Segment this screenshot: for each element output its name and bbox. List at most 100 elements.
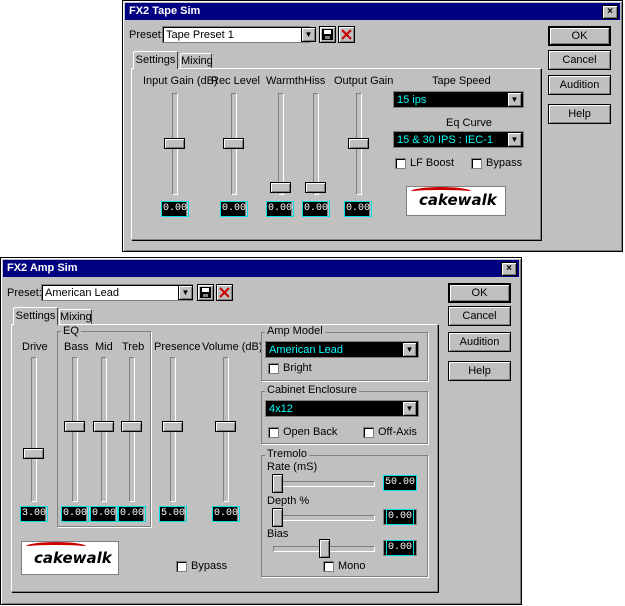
amp-close-icon[interactable]: ×	[501, 262, 517, 276]
mid-label: Mid	[95, 341, 113, 353]
amp-bypass-checkbox[interactable]	[176, 561, 187, 572]
drive-slider-thumb[interactable]	[23, 448, 44, 459]
tape-slider-label-warmth: Warmth	[266, 75, 305, 87]
tape-preset-dropdown-icon[interactable]: ▼	[301, 27, 316, 42]
treb-slider-thumb[interactable]	[121, 421, 142, 432]
open-back-checkbox[interactable]	[268, 427, 279, 438]
tape-delete-icon[interactable]	[338, 26, 355, 43]
mono-label: Mono	[338, 560, 366, 572]
bias-label: Bias	[267, 528, 289, 540]
lf-boost-label: LF Boost	[410, 157, 455, 169]
tape-slider-thumb-output-gain[interactable]	[348, 138, 369, 149]
volume-slider-thumb[interactable]	[215, 421, 236, 432]
eq-group-label: EQ	[61, 325, 81, 337]
bass-slider-thumb[interactable]	[64, 421, 85, 432]
cabinet-select[interactable]: 4x12	[265, 400, 419, 417]
depth-readout: 0.00	[383, 509, 417, 525]
amp-preset-value: American Lead	[45, 287, 119, 299]
open-back-label: Open Back	[283, 426, 338, 438]
amp-model-dropdown-icon[interactable]: ▼	[402, 342, 417, 357]
amp-model-value: American Lead	[269, 344, 343, 356]
depth-slider-thumb[interactable]	[272, 508, 283, 527]
bright-checkbox[interactable]	[268, 363, 279, 374]
tape-sim-window: FX2 Tape Sim × Preset: Tape Preset 1 ▼ S…	[122, 0, 623, 252]
tape-slider-thumb-warmth[interactable]	[270, 182, 291, 193]
drive-label: Drive	[22, 341, 48, 353]
tape-slider-thumb-hiss[interactable]	[305, 182, 326, 193]
drive-readout: 3.00	[19, 506, 49, 522]
treb-label: Treb	[122, 341, 145, 353]
tape-speed-value: 15 ips	[397, 94, 427, 106]
tape-speed-select[interactable]: 15 ips	[393, 91, 524, 108]
rate-slider-thumb[interactable]	[272, 474, 283, 493]
tape-cakewalk-logo: cakewalk	[406, 186, 506, 216]
tape-bypass-label: Bypass	[486, 157, 523, 169]
tape-preset-value: Tape Preset 1	[166, 29, 234, 41]
tape-speed-dropdown-icon[interactable]: ▼	[507, 92, 522, 107]
tape-readout-input-gain: 0.00	[160, 201, 190, 217]
amp-tab-mixing[interactable]: Mixing	[59, 309, 92, 325]
tape-preset-field[interactable]: Tape Preset 1	[162, 26, 310, 43]
amp-delete-icon[interactable]	[216, 284, 233, 301]
cabinet-dropdown-icon[interactable]: ▼	[402, 401, 417, 416]
eq-curve-value: 15 & 30 IPS : IEC-1	[397, 134, 493, 146]
tape-slider-track-hiss[interactable]	[313, 93, 319, 195]
amp-tab-settings[interactable]: Settings	[13, 307, 58, 325]
cabinet-label: Cabinet Enclosure	[265, 384, 359, 396]
tape-readout-hiss: 0.00	[301, 201, 331, 217]
tape-slider-label-output-gain: Output Gain	[334, 75, 394, 87]
tape-titlebar[interactable]: FX2 Tape Sim ×	[125, 3, 620, 20]
lf-boost-checkbox[interactable]	[395, 158, 406, 169]
tape-readout-output-gain: 0.00	[343, 201, 373, 217]
bias-readout: 0.00	[383, 540, 417, 556]
rate-slider-track[interactable]	[273, 481, 375, 487]
volume-readout: 0.00	[211, 506, 241, 522]
amp-save-icon[interactable]	[197, 284, 214, 301]
tremolo-label: Tremolo	[265, 448, 309, 460]
tape-readout-rec-level: 0.00	[219, 201, 249, 217]
amp-sim-window: FX2 Amp Sim × Preset: American Lead ▼ Se…	[0, 257, 522, 605]
amp-bypass-label: Bypass	[191, 560, 228, 572]
bass-label: Bass	[64, 341, 89, 353]
tape-readout-warmth: 0.00	[265, 201, 295, 217]
amp-model-label: Amp Model	[265, 325, 325, 337]
depth-label: Depth %	[267, 495, 310, 507]
rate-readout: 50.00	[382, 475, 418, 491]
tape-bypass-checkbox[interactable]	[471, 158, 482, 169]
tape-close-icon[interactable]: ×	[602, 5, 618, 19]
off-axis-checkbox[interactable]	[363, 427, 374, 438]
tape-tab-settings[interactable]: Settings	[133, 51, 178, 69]
tape-audition-button[interactable]: Audition	[548, 75, 611, 95]
tape-save-icon[interactable]	[319, 26, 336, 43]
eq-curve-dropdown-icon[interactable]: ▼	[507, 132, 522, 147]
bright-label: Bright	[283, 362, 312, 374]
amp-audition-button[interactable]: Audition	[448, 332, 511, 352]
amp-titlebar[interactable]: FX2 Amp Sim ×	[3, 260, 519, 277]
tape-cancel-button[interactable]: Cancel	[548, 50, 611, 70]
tape-slider-thumb-input-gain[interactable]	[164, 138, 185, 149]
tape-ok-button[interactable]: OK	[548, 26, 611, 46]
amp-preset-label: Preset:	[7, 287, 42, 299]
amp-preset-dropdown-icon[interactable]: ▼	[178, 285, 193, 300]
tape-preset-label: Preset:	[129, 29, 164, 41]
mono-checkbox[interactable]	[323, 561, 334, 572]
amp-model-select[interactable]: American Lead	[265, 341, 419, 358]
tape-help-button[interactable]: Help	[548, 104, 611, 124]
presence-slider-thumb[interactable]	[162, 421, 183, 432]
tape-tab-mixing[interactable]: Mixing	[180, 53, 213, 69]
tape-slider-thumb-rec-level[interactable]	[223, 138, 244, 149]
volume-label: Volume (dB)	[202, 341, 263, 353]
bias-slider-thumb[interactable]	[319, 539, 330, 558]
tape-slider-track-warmth[interactable]	[278, 93, 284, 195]
amp-help-button[interactable]: Help	[448, 361, 511, 381]
amp-ok-button[interactable]: OK	[448, 283, 511, 303]
eq-curve-select[interactable]: 15 & 30 IPS : IEC-1	[393, 131, 524, 148]
cabinet-value: 4x12	[269, 403, 293, 415]
amp-preset-field[interactable]: American Lead	[41, 284, 193, 301]
amp-cancel-button[interactable]: Cancel	[448, 306, 511, 326]
tape-speed-label: Tape Speed	[432, 75, 491, 87]
mid-slider-thumb[interactable]	[93, 421, 114, 432]
depth-slider-track[interactable]	[273, 515, 375, 521]
drive-slider-track[interactable]	[31, 357, 37, 502]
amp-title: FX2 Amp Sim	[7, 262, 78, 274]
